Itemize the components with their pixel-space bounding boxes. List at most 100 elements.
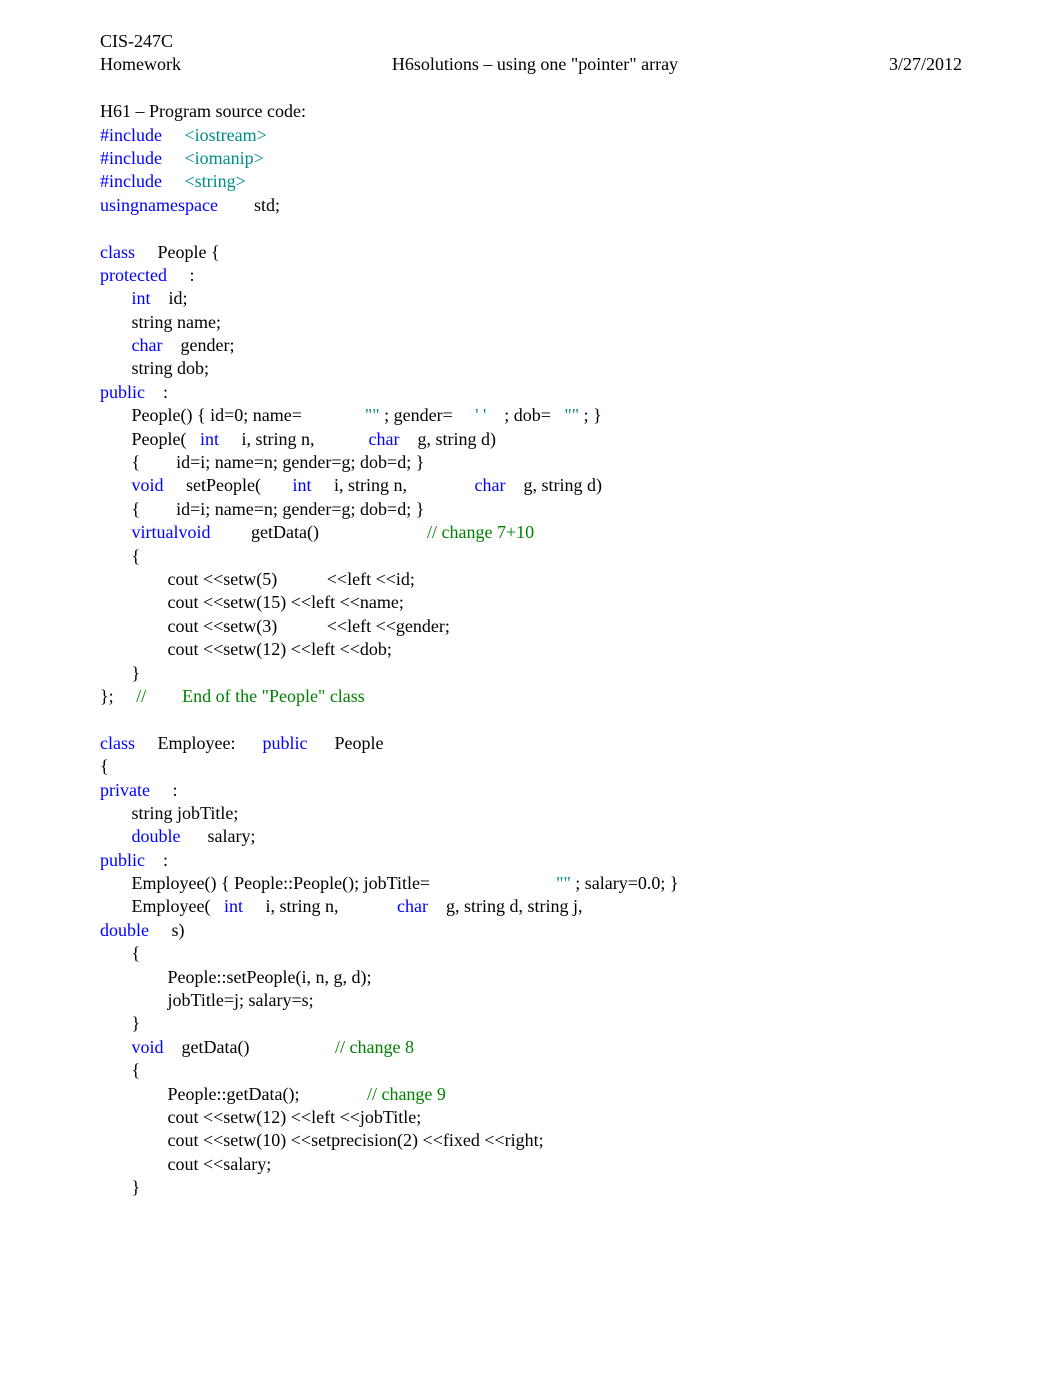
code-text: : [167,265,195,285]
section-title: H61 – Program source code: [100,100,962,123]
code-text: salary; [181,826,256,846]
code-text: } [100,1177,140,1197]
comment: // change 9 [367,1084,446,1104]
code-text: : [145,382,168,402]
code-text: gender; [162,335,234,355]
code-text: ; } [579,405,602,425]
header-right: 3/27/2012 [889,53,962,76]
code-text: setPeople( [164,475,293,495]
kw-int: int [293,475,312,495]
code-text [100,288,132,308]
header-iomanip: <iomanip> [184,148,263,168]
code-text: { [100,546,140,566]
header-left: Homework [100,53,181,76]
comment: // change 7+10 [427,522,534,542]
string-lit: "" [365,405,380,425]
code-text: cout <<setw(12) <<left <<dob; [100,639,392,659]
document-page: CIS-247CHomework H6solutions – using one … [0,0,1062,1377]
header-iostream: <iostream> [184,125,266,145]
kw-include: #include [100,148,162,168]
code-text: : [150,780,178,800]
code-text: } [100,1013,140,1033]
code-text: getData() [164,1037,335,1057]
code-text: string dob; [100,358,209,378]
header-center: H6solutions – using one "pointer" array [392,53,678,76]
kw-public: public [100,382,145,402]
kw-protected: protected [100,265,167,285]
code-text: Employee( [100,896,224,916]
code-text: { [100,943,140,963]
code-text: std; [218,195,280,215]
kw-class: class [100,242,135,262]
code-text: : [145,850,168,870]
code-text: g, string d, string j, [428,896,587,916]
code-text: }; [100,686,136,706]
string-lit: "" [556,873,571,893]
kw-virtual: virtual [132,522,179,542]
kw-namespace: namespace [139,195,218,215]
header-string: <string> [184,171,245,191]
kw-using: using [100,195,139,215]
code-text [100,335,132,355]
kw-void: void [179,522,211,542]
course-code: CIS-247C [100,30,962,53]
string-lit: "" [564,405,579,425]
code-text: Employee: [135,733,262,753]
code-text: People::getData(); [100,1084,367,1104]
comment: // [136,686,146,706]
code-text: { id=i; name=n; gender=g; dob=d; } [100,499,424,519]
kw-private: private [100,780,150,800]
kw-void: void [132,1037,164,1057]
code-text: g, string d) [400,429,497,449]
kw-include: #include [100,125,162,145]
kw-class: class [100,733,135,753]
kw-public: public [100,850,145,870]
kw-include: #include [100,171,162,191]
comment: End of the "People" class [146,686,365,706]
code-text: string jobTitle; [100,803,238,823]
code-text: cout <<setw(10) <<setprecision(2) <<fixe… [100,1130,544,1150]
kw-char: char [132,335,163,355]
code-text: People { [135,242,220,262]
code-text: i, string n, [312,475,475,495]
kw-int: int [200,429,219,449]
code-text: { [100,756,109,776]
kw-char: char [369,429,400,449]
kw-int: int [132,288,151,308]
header-line: Homework H6solutions – using one "pointer… [100,53,962,76]
code-text: People::setPeople(i, n, g, d); [100,967,371,987]
code-text: i, string n, [243,896,397,916]
code-text: id; [151,288,188,308]
code-text [100,522,132,542]
code-text: cout <<setw(12) <<left <<jobTitle; [100,1107,421,1127]
code-text: s) [149,920,185,940]
code-text: g, string d) [506,475,603,495]
code-text: { [100,1060,140,1080]
code-text: getData() [211,522,427,542]
kw-int: int [224,896,243,916]
code-text: People() { id=0; name= [100,405,365,425]
code-text: People [307,733,383,753]
kw-public: public [262,733,307,753]
kw-char: char [397,896,428,916]
code-text: cout <<setw(15) <<left <<name; [100,592,404,612]
comment: // change 8 [335,1037,414,1057]
code-text: cout <<setw(3) <<left <<gender; [100,616,450,636]
code-text: { id=i; name=n; gender=g; dob=d; } [100,452,424,472]
kw-double: double [100,920,149,940]
code-text: jobTitle=j; salary=s; [100,990,314,1010]
code-text: string name; [100,312,221,332]
code-text: cout <<salary; [100,1154,271,1174]
code-text [100,1037,132,1057]
code-text: cout <<setw(5) <<left <<id; [100,569,415,589]
code-text: People( [100,429,200,449]
code-text: ; dob= [486,405,564,425]
code-text: ; gender= [380,405,476,425]
code-text [100,475,132,495]
kw-void: void [132,475,164,495]
code-text: Employee() { People::People(); jobTitle= [100,873,556,893]
code-text: } [100,663,140,683]
code-text [100,826,132,846]
kw-double: double [132,826,181,846]
kw-char: char [475,475,506,495]
